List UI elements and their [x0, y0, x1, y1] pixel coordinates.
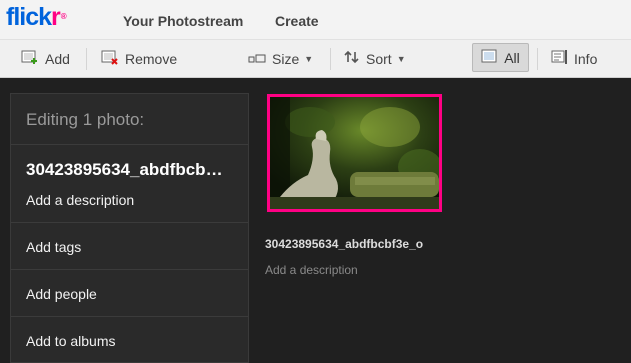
add-button[interactable]: Add — [21, 40, 70, 77]
info-icon — [551, 49, 568, 68]
remove-photo-icon — [101, 49, 119, 68]
chevron-down-icon: ▼ — [396, 53, 406, 64]
select-all-button[interactable]: All — [472, 43, 529, 72]
add-people-link[interactable]: Add people — [26, 286, 97, 302]
remove-button[interactable]: Remove — [101, 40, 177, 77]
photo-image — [270, 97, 439, 209]
sort-icon — [344, 50, 360, 67]
panel-divider — [11, 316, 248, 317]
toolbar: Add Remove Size ▼ Sort ▼ All Info — [0, 40, 631, 78]
panel-divider — [11, 144, 248, 145]
panel-divider — [11, 269, 248, 270]
info-button[interactable]: Info — [551, 40, 597, 77]
size-dropdown[interactable]: Size ▼ — [248, 40, 313, 77]
nav-your-photostream[interactable]: Your Photostream — [123, 13, 243, 29]
add-tags-link[interactable]: Add tags — [26, 239, 81, 255]
toolbar-divider — [330, 48, 331, 70]
add-to-albums-link[interactable]: Add to albums — [26, 333, 116, 349]
select-all-icon — [481, 49, 497, 66]
chevron-down-icon: ▼ — [304, 53, 314, 64]
nav-create[interactable]: Create — [275, 13, 319, 29]
photo-add-description[interactable]: Add a description — [265, 263, 358, 277]
photo-title-field[interactable]: 30423895634_abdfbcb… — [26, 160, 241, 180]
photo-caption-title: 30423895634_abdfbcbf3e_o — [265, 237, 424, 251]
panel-title: Editing 1 photo: — [26, 110, 145, 129]
add-description-field[interactable]: Add a description — [26, 192, 134, 208]
toolbar-divider — [86, 48, 87, 70]
top-header: flickr® Your Photostream Create — [0, 0, 631, 40]
size-icon — [248, 51, 266, 67]
sort-dropdown[interactable]: Sort ▼ — [344, 40, 406, 77]
photo-thumbnail[interactable] — [267, 94, 442, 212]
add-photo-icon — [21, 49, 39, 68]
toolbar-divider — [537, 48, 538, 70]
panel-divider — [11, 222, 248, 223]
edit-panel: Editing 1 photo: 30423895634_abdfbcb… Ad… — [10, 93, 249, 363]
flickr-logo[interactable]: flickr® — [6, 3, 67, 31]
